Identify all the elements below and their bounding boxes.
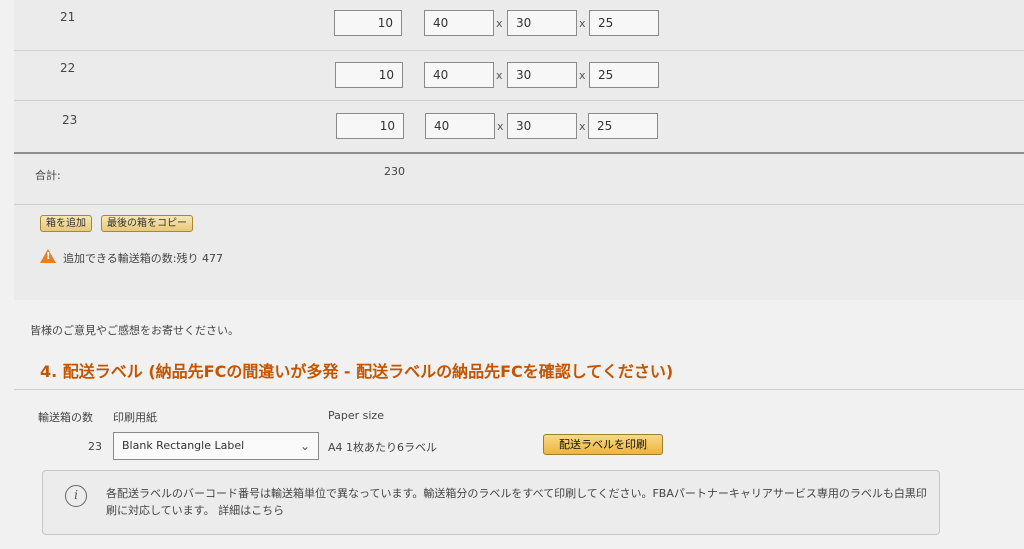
total-value: 230 — [384, 165, 405, 178]
paper-size-value: A4 1枚あたり6ラベル — [328, 441, 438, 454]
feedback-link[interactable]: 皆様のご意見やご感想をお寄せください。 — [30, 322, 239, 338]
times-symbol: x — [579, 69, 586, 82]
box-number: 23 — [62, 113, 78, 127]
box-quantity-input[interactable]: 10 — [336, 113, 404, 139]
divider — [14, 204, 1024, 205]
print-labels-button[interactable]: 配送ラベルを印刷 — [543, 434, 663, 455]
label-box-count: 23 — [88, 440, 102, 453]
box-number: 22 — [60, 61, 76, 75]
info-box: i 各配送ラベルのバーコード番号は輸送箱単位で異なっています。輸送箱分のラベルを… — [42, 470, 940, 535]
info-text: 各配送ラベルのバーコード番号は輸送箱単位で異なっています。輸送箱分のラベルをすべ… — [106, 487, 927, 517]
length-input[interactable]: 40 — [424, 10, 494, 36]
height-input[interactable]: 25 — [589, 62, 659, 88]
info-icon: i — [65, 485, 87, 507]
width-input[interactable]: 30 — [507, 62, 577, 88]
add-box-button[interactable]: 箱を追加 — [40, 215, 92, 232]
width-input[interactable]: 30 — [507, 113, 577, 139]
length-input[interactable]: 40 — [425, 113, 495, 139]
height-input[interactable]: 25 — [588, 113, 658, 139]
total-label: 合計: — [35, 169, 61, 182]
times-symbol: x — [579, 120, 586, 133]
box-quantity-input[interactable]: 10 — [334, 10, 402, 36]
times-symbol: x — [496, 17, 503, 30]
copy-last-box-button[interactable]: 最後の箱をコピー — [101, 215, 193, 232]
times-symbol: x — [497, 120, 504, 133]
box-quantity-input[interactable]: 10 — [335, 62, 403, 88]
times-symbol: x — [496, 69, 503, 82]
box-count-header: 輸送箱の数 — [38, 411, 93, 424]
length-input[interactable]: 40 — [424, 62, 494, 88]
height-input[interactable]: 25 — [589, 10, 659, 36]
total-divider — [14, 152, 1024, 154]
box-number: 21 — [60, 10, 76, 24]
paper-size-header: Paper size — [328, 409, 384, 422]
paper-select-value: Blank Rectangle Label — [122, 439, 245, 452]
chevron-down-icon: ⌄ — [299, 439, 310, 453]
width-input[interactable]: 30 — [507, 10, 577, 36]
times-symbol: x — [579, 17, 586, 30]
warning-icon — [40, 249, 56, 263]
paper-header: 印刷用紙 — [113, 411, 157, 424]
section-title: 4. 配送ラベル (納品先FCの間違いが多発 - 配送ラベルの納品先FCを確認し… — [40, 362, 674, 381]
paper-select[interactable]: Blank Rectangle Label ⌄ — [113, 432, 319, 460]
divider — [14, 389, 1024, 390]
remaining-boxes-warning: 追加できる輸送箱の数:残り 477 — [63, 252, 223, 265]
